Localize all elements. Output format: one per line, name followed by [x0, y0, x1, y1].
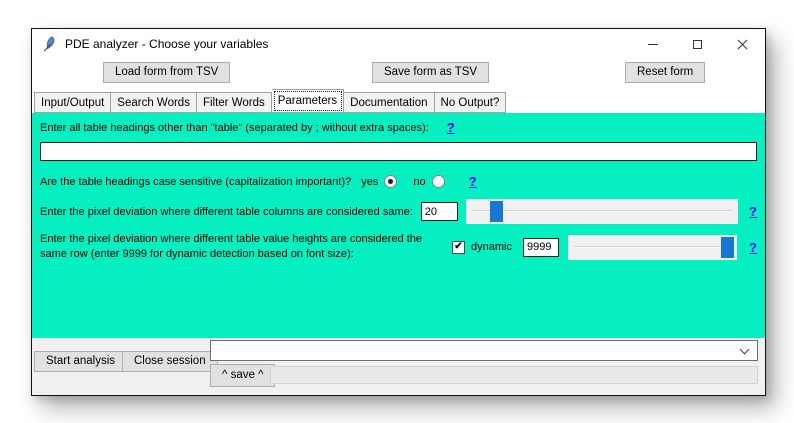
- tk-feather-icon: [42, 36, 56, 52]
- dynamic-label: dynamic: [471, 241, 512, 253]
- case-sensitive-label: Are the table headings case sensitive (c…: [40, 176, 351, 188]
- tab-input-output[interactable]: Input/Output: [34, 92, 111, 113]
- column-deviation-input[interactable]: [421, 202, 458, 221]
- dynamic-checkbox[interactable]: ✔: [452, 241, 465, 254]
- slider-groove: [574, 246, 731, 248]
- app-window: PDE analyzer - Choose your variables Loa…: [31, 28, 766, 396]
- help-link-column[interactable]: ?: [749, 204, 757, 219]
- tab-bar: Input/Output Search Words Filter Words P…: [32, 89, 765, 113]
- tab-parameters[interactable]: Parameters: [272, 89, 344, 113]
- load-form-button[interactable]: Load form from TSV: [103, 62, 230, 83]
- footer: Start analysis Close session ^ save ^: [32, 338, 765, 395]
- toolbar: Load form from TSV Save form as TSV Rese…: [32, 59, 765, 89]
- close-button[interactable]: [720, 29, 765, 59]
- tab-no-output[interactable]: No Output?: [435, 92, 507, 113]
- maximize-button[interactable]: [675, 29, 720, 59]
- help-link-row[interactable]: ?: [749, 240, 757, 255]
- window-title: PDE analyzer - Choose your variables: [65, 37, 268, 51]
- maximize-icon: [693, 40, 702, 49]
- no-label: no: [413, 176, 425, 188]
- help-link-case[interactable]: ?: [469, 174, 477, 189]
- row-deviation-slider[interactable]: [568, 235, 737, 260]
- case-sensitive-row: Are the table headings case sensitive (c…: [40, 174, 757, 189]
- close-session-button[interactable]: Close session: [122, 351, 218, 372]
- radio-yes[interactable]: [384, 175, 397, 188]
- row-deviation-row: Enter the pixel deviation where differen…: [40, 232, 757, 262]
- reset-form-button[interactable]: Reset form: [625, 62, 705, 83]
- help-link-headings[interactable]: ?: [447, 120, 455, 135]
- close-icon: [737, 39, 748, 50]
- parameters-pane: Enter all table headings other than "tab…: [32, 113, 765, 338]
- slider-groove: [472, 210, 732, 212]
- radio-no[interactable]: [432, 175, 445, 188]
- table-headings-input[interactable]: [40, 142, 757, 161]
- save-form-button[interactable]: Save form as TSV: [372, 62, 489, 83]
- minimize-icon: [648, 44, 658, 45]
- column-deviation-slider[interactable]: [466, 199, 738, 224]
- window-controls: [630, 29, 765, 59]
- check-icon: ✔: [454, 242, 462, 252]
- save-name-field[interactable]: [270, 366, 758, 384]
- column-deviation-row: Enter the pixel deviation where differen…: [40, 199, 757, 224]
- row-deviation-input[interactable]: [523, 238, 559, 257]
- start-analysis-button[interactable]: Start analysis: [34, 351, 127, 372]
- chevron-down-icon[interactable]: [740, 345, 750, 355]
- slider-handle[interactable]: [490, 201, 503, 222]
- titlebar: PDE analyzer - Choose your variables: [32, 29, 765, 59]
- slider-handle[interactable]: [721, 237, 734, 258]
- save-caret-button[interactable]: ^ save ^: [210, 364, 275, 387]
- yes-label: yes: [361, 176, 378, 188]
- table-headings-label: Enter all table headings other than "tab…: [40, 122, 429, 134]
- table-headings-row: Enter all table headings other than "tab…: [40, 120, 757, 135]
- column-deviation-label: Enter the pixel deviation where differen…: [40, 206, 413, 218]
- row-deviation-label: Enter the pixel deviation where differen…: [40, 232, 443, 262]
- tab-search-words[interactable]: Search Words: [111, 92, 197, 113]
- tab-filter-words[interactable]: Filter Words: [197, 92, 272, 113]
- tab-documentation[interactable]: Documentation: [344, 92, 434, 113]
- minimize-button[interactable]: [630, 29, 675, 59]
- session-combobox[interactable]: [210, 340, 758, 361]
